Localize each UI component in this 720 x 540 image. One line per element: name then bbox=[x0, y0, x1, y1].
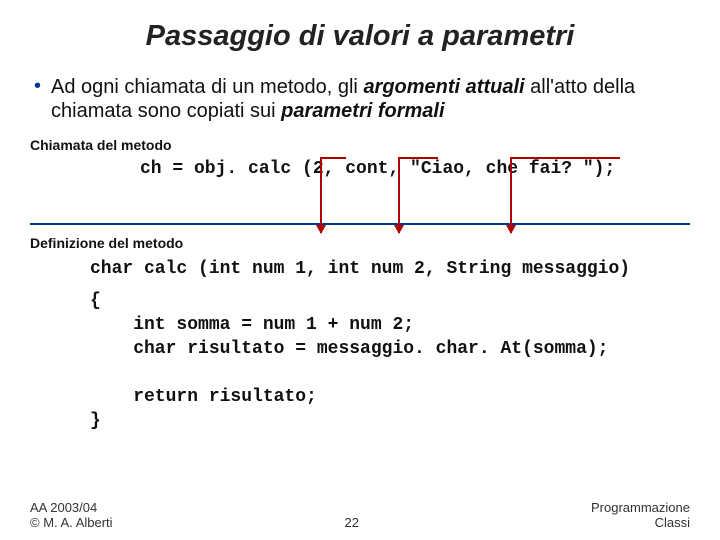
divider bbox=[30, 223, 690, 225]
slide-title: Passaggio di valori a parametri bbox=[30, 20, 690, 53]
bullet-dot-icon: • bbox=[34, 75, 41, 97]
bullet-em1: argomenti attuali bbox=[363, 76, 524, 98]
footer-topic1: Programmazione bbox=[591, 500, 690, 515]
footer-year: AA 2003/04 bbox=[30, 500, 113, 515]
code-def-signature: char calc (int num 1, int num 2, String … bbox=[90, 259, 690, 279]
bullet-text: Ad ogni chiamata di un metodo, gli argom… bbox=[51, 75, 686, 123]
arrow-diagram bbox=[30, 179, 690, 223]
label-call: Chiamata del metodo bbox=[30, 137, 690, 153]
footer-right: Programmazione Classi bbox=[591, 500, 690, 530]
arrow-icon bbox=[510, 157, 512, 233]
code-call-line: ch = obj. calc (2, cont, "Ciao, che fai?… bbox=[140, 159, 690, 179]
bullet-em2: parametri formali bbox=[281, 100, 444, 122]
label-def: Definizione del metodo bbox=[30, 235, 690, 251]
footer: AA 2003/04 © M. A. Alberti 22 Programmaz… bbox=[30, 500, 690, 530]
arrow-icon bbox=[320, 157, 322, 233]
arrow-icon bbox=[398, 157, 400, 233]
footer-author: © M. A. Alberti bbox=[30, 515, 113, 530]
footer-topic2: Classi bbox=[591, 515, 690, 530]
footer-left: AA 2003/04 © M. A. Alberti bbox=[30, 500, 113, 530]
footer-page: 22 bbox=[345, 515, 359, 530]
code-def-body: { int somma = num 1 + num 2; char risult… bbox=[90, 289, 690, 433]
bullet-pre: Ad ogni chiamata di un metodo, gli bbox=[51, 76, 363, 98]
bullet-item: • Ad ogni chiamata di un metodo, gli arg… bbox=[30, 75, 690, 123]
